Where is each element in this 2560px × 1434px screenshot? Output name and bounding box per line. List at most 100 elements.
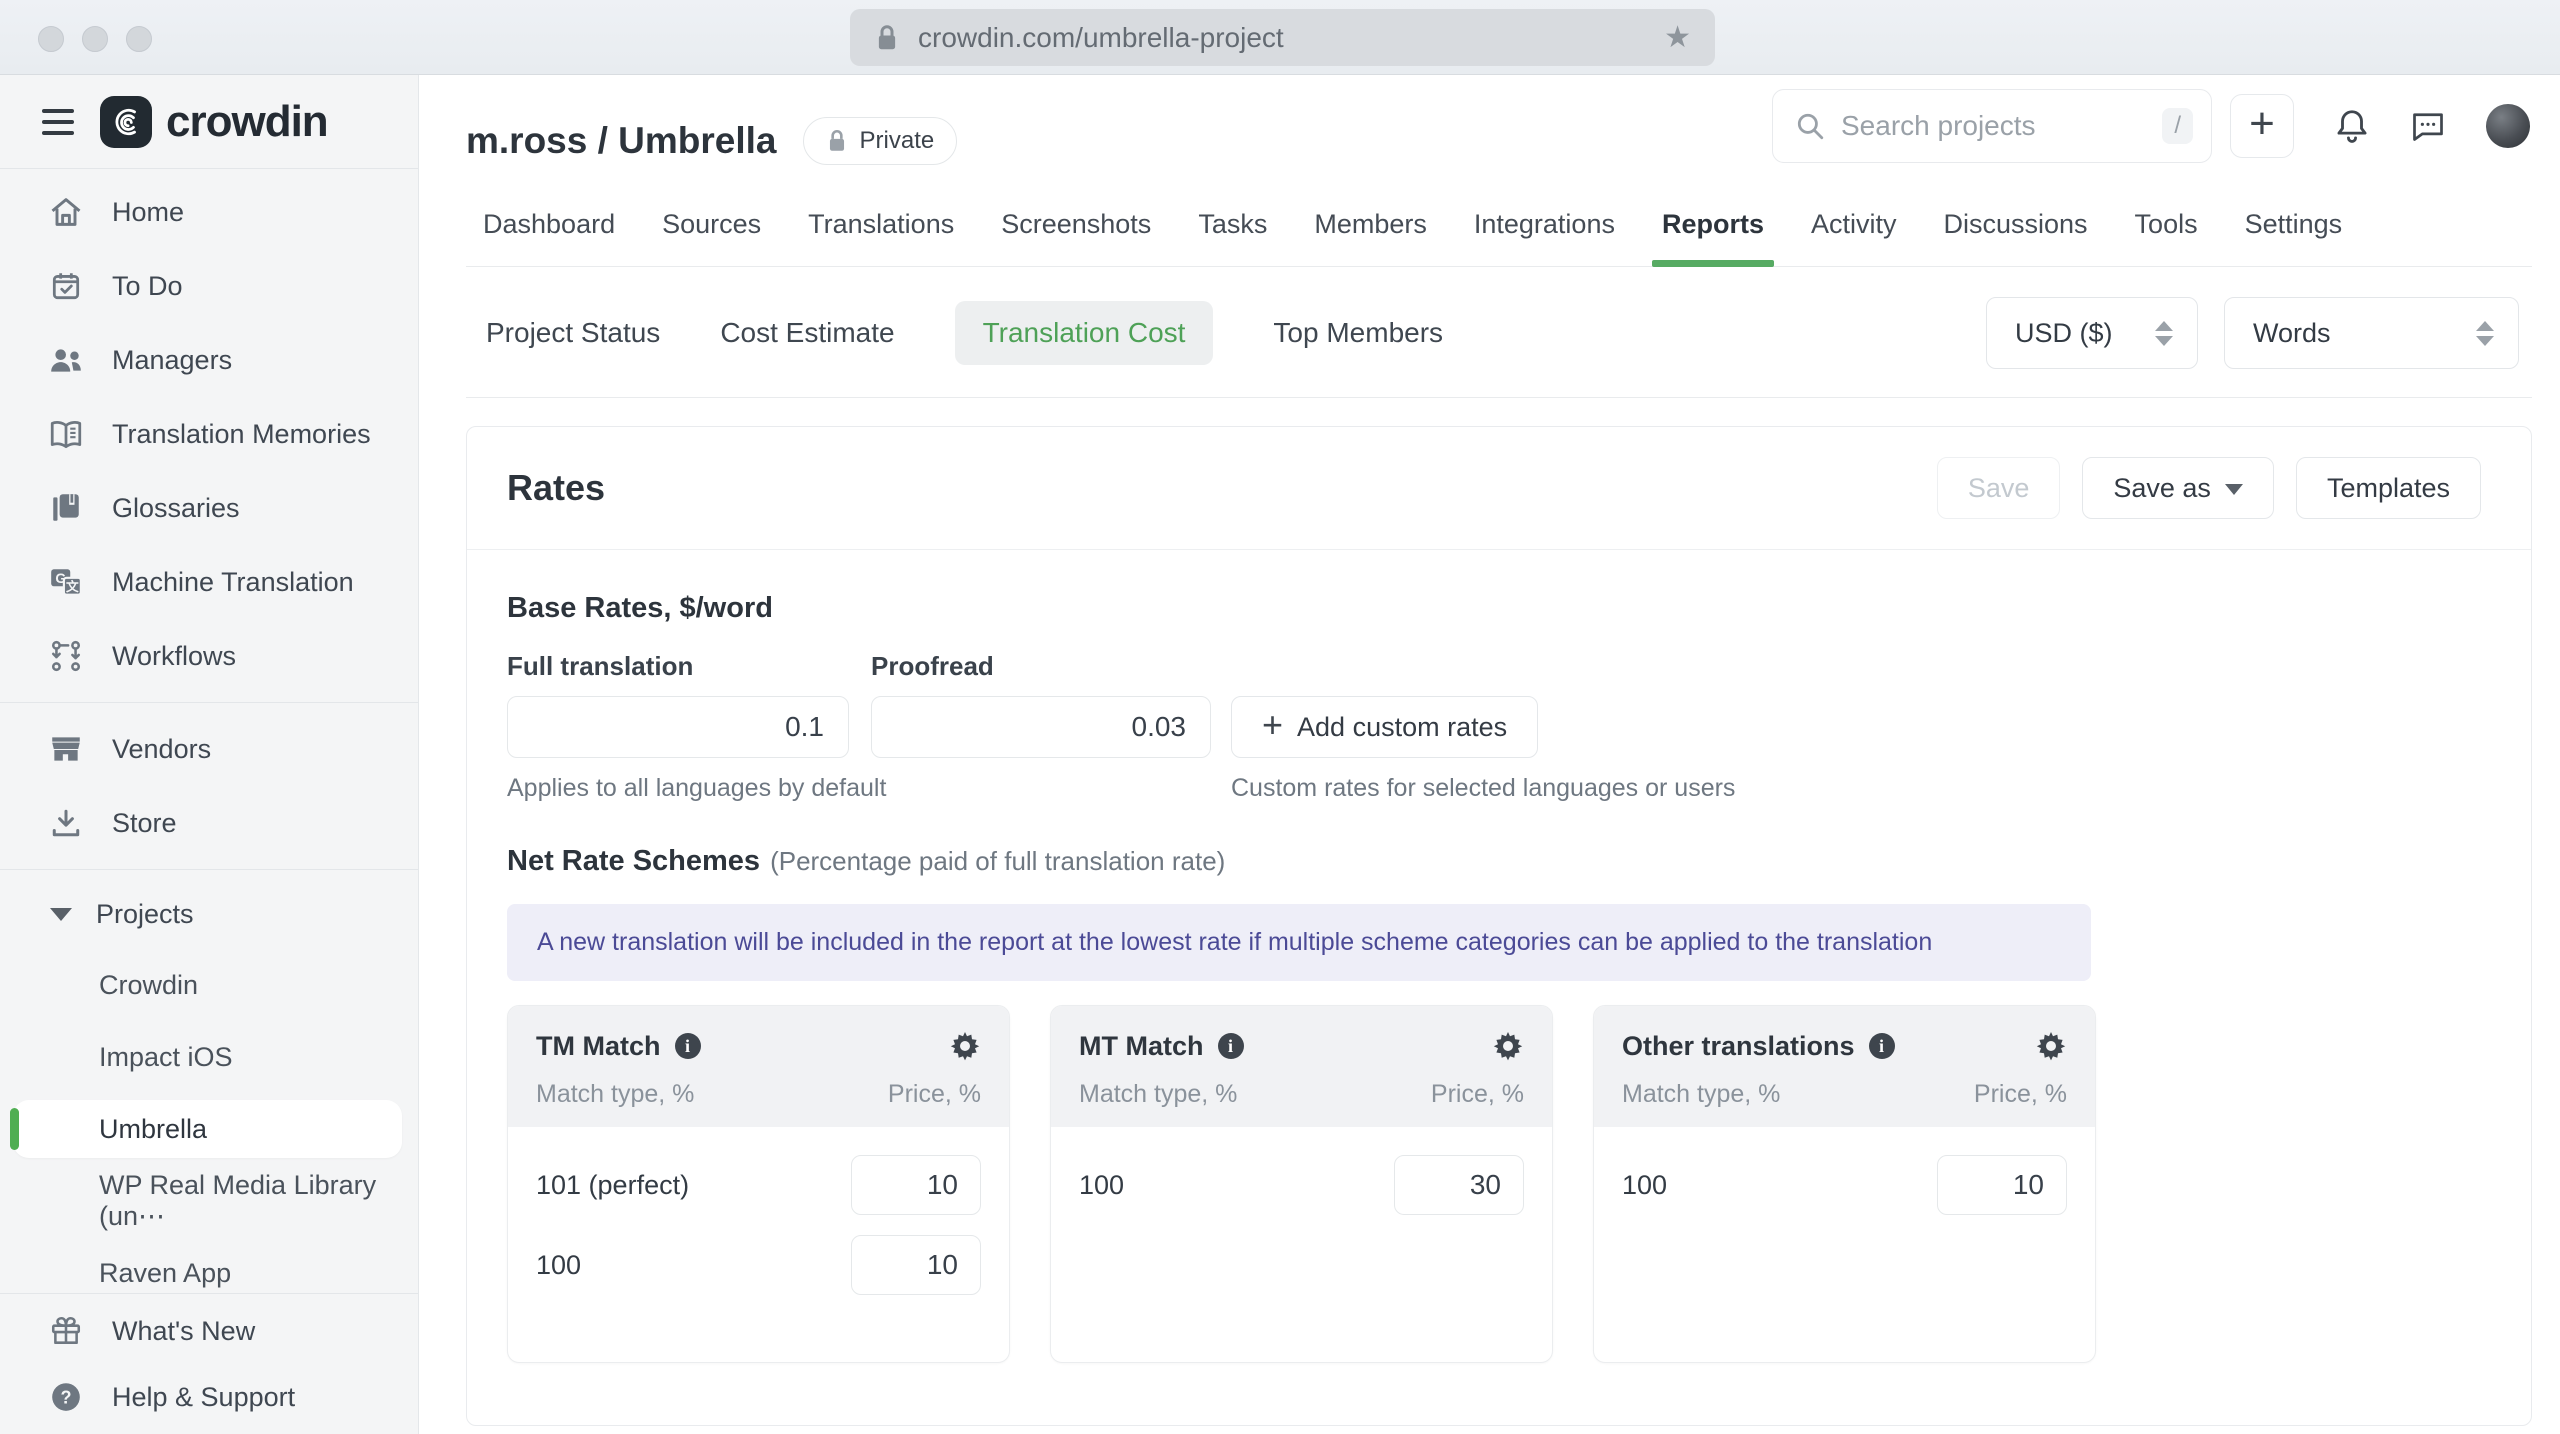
project-label: Crowdin <box>99 969 199 1000</box>
tab-dashboard[interactable]: Dashboard <box>481 199 617 266</box>
sidebar-item-todo[interactable]: To Do <box>0 249 418 323</box>
shortcut-hint: / <box>2162 108 2193 144</box>
create-project-button[interactable]: + <box>2230 94 2294 158</box>
unit-select[interactable]: Words <box>2224 297 2519 369</box>
sidebar-item-machine-translation[interactable]: G 文 Machine Translation <box>0 545 418 619</box>
price-input[interactable] <box>851 1155 981 1215</box>
sidebar-item-store[interactable]: Store <box>0 786 418 860</box>
sidebar-item-projects[interactable]: Projects <box>0 879 418 949</box>
tm-match-title: TM Match <box>536 1030 661 1061</box>
price-input[interactable] <box>1937 1155 2067 1215</box>
menu-icon[interactable] <box>42 108 74 135</box>
sidebar-divider <box>0 702 418 703</box>
address-bar[interactable]: crowdin.com/umbrella-project ★ <box>850 9 1715 66</box>
tab-tools[interactable]: Tools <box>2133 199 2200 266</box>
notifications-bell-icon[interactable] <box>2334 107 2370 145</box>
svg-text:文: 文 <box>66 579 79 594</box>
tab-tasks[interactable]: Tasks <box>1196 199 1269 266</box>
sidebar-project-crowdin[interactable]: Crowdin <box>0 949 418 1021</box>
sidebar-item-label: Store <box>112 807 177 838</box>
info-icon[interactable]: i <box>1217 1033 1244 1059</box>
subtab-cost-estimate[interactable]: Cost Estimate <box>720 317 894 349</box>
gear-icon[interactable] <box>949 1030 981 1062</box>
other-translations-title: Other translations <box>1622 1030 1855 1061</box>
sidebar-item-vendors[interactable]: Vendors <box>0 712 418 786</box>
save-button[interactable]: Save <box>1936 457 2061 519</box>
sidebar-item-workflows[interactable]: Workflows <box>0 619 418 693</box>
net-rate-scheme-cards: TM Match i Match type, % Price, % 101 (p… <box>507 1005 2491 1363</box>
currency-select[interactable]: USD ($) <box>1986 297 2198 369</box>
tab-discussions[interactable]: Discussions <box>1942 199 2090 266</box>
tab-integrations[interactable]: Integrations <box>1472 199 1617 266</box>
main-content: m.ross / Umbrella Private Search project… <box>419 75 2560 1434</box>
privacy-badge-label: Private <box>859 127 935 154</box>
gift-icon <box>46 1314 86 1348</box>
gear-icon[interactable] <box>1492 1030 1524 1062</box>
question-circle-icon: ? <box>46 1380 86 1414</box>
window-minimize-button[interactable] <box>82 26 108 52</box>
price-input[interactable] <box>1394 1155 1524 1215</box>
sidebar-project-wp-real-media-library[interactable]: WP Real Media Library (un⋯ <box>0 1165 418 1237</box>
table-row: 100 <box>536 1235 981 1295</box>
section-divider <box>466 397 2532 398</box>
messages-icon[interactable] <box>2410 109 2446 143</box>
sidebar-item-label: Machine Translation <box>112 566 354 597</box>
tab-settings[interactable]: Settings <box>2243 199 2345 266</box>
lock-icon <box>829 129 844 151</box>
custom-rates-note: Custom rates for selected languages or u… <box>1231 774 1736 802</box>
price-input[interactable] <box>851 1235 981 1295</box>
sidebar-item-home[interactable]: Home <box>0 175 418 249</box>
price-column-label: Price, % <box>887 1080 981 1108</box>
project-tabs: Dashboard Sources Translations Screensho… <box>466 199 2532 267</box>
save-as-label: Save as <box>2113 472 2211 503</box>
chevron-down-icon <box>50 907 72 921</box>
subtab-top-members[interactable]: Top Members <box>1273 317 1443 349</box>
sidebar-project-impact-ios[interactable]: Impact iOS <box>0 1021 418 1093</box>
price-column-label: Price, % <box>1430 1080 1524 1108</box>
other-translations-card: Other translations i Match type, % Price… <box>1593 1005 2096 1363</box>
info-icon[interactable]: i <box>674 1033 701 1059</box>
tab-reports[interactable]: Reports <box>1651 199 1775 267</box>
window-controls[interactable] <box>38 26 152 52</box>
sidebar-item-managers[interactable]: Managers <box>0 323 418 397</box>
tab-translations[interactable]: Translations <box>806 199 956 266</box>
subtab-project-status[interactable]: Project Status <box>486 317 660 349</box>
user-avatar[interactable] <box>2486 104 2530 148</box>
templates-button[interactable]: Templates <box>2295 457 2481 519</box>
table-row: 100 <box>1622 1155 2067 1215</box>
save-as-button[interactable]: Save as <box>2082 457 2274 519</box>
search-input[interactable]: Search projects / <box>1772 89 2212 163</box>
url-text: crowdin.com/umbrella-project <box>918 21 1284 53</box>
window-close-button[interactable] <box>38 26 64 52</box>
sidebar-nav: Home To Do Managers Translation Memories… <box>0 169 418 1293</box>
rates-card: Rates Save Save as Templates Base Rates,… <box>466 426 2532 1426</box>
tab-screenshots[interactable]: Screenshots <box>999 199 1153 266</box>
storefront-icon <box>46 733 86 765</box>
add-custom-rates-button[interactable]: + Add custom rates <box>1231 696 1539 758</box>
info-icon[interactable]: i <box>1868 1033 1895 1059</box>
project-label: Impact iOS <box>99 1041 233 1072</box>
full-translation-rate-input[interactable] <box>507 696 849 758</box>
tab-sources[interactable]: Sources <box>660 199 763 266</box>
sidebar-item-label: To Do <box>112 270 183 301</box>
sidebar-item-translation-memories[interactable]: Translation Memories <box>0 397 418 471</box>
subtab-translation-cost[interactable]: Translation Cost <box>954 301 1214 365</box>
crowdin-logo[interactable]: crowdin <box>100 95 329 148</box>
sidebar-item-whats-new[interactable]: What's New <box>0 1298 418 1364</box>
sidebar-project-umbrella[interactable]: Umbrella <box>0 1093 418 1165</box>
sidebar-item-help-support[interactable]: ? Help & Support <box>0 1364 418 1430</box>
glossary-book-icon <box>46 491 86 525</box>
full-translation-label: Full translation <box>507 651 694 681</box>
gear-icon[interactable] <box>2035 1030 2067 1062</box>
window-zoom-button[interactable] <box>126 26 152 52</box>
tab-activity[interactable]: Activity <box>1809 199 1899 266</box>
tab-members[interactable]: Members <box>1312 199 1429 266</box>
brand-name: crowdin <box>166 96 329 146</box>
crowdin-logo-icon <box>100 95 152 148</box>
header-actions: Search projects / + <box>1772 89 2530 163</box>
bookmark-star-icon[interactable]: ★ <box>1664 20 1691 55</box>
sidebar-item-glossaries[interactable]: Glossaries <box>0 471 418 545</box>
sidebar-item-label: Help & Support <box>112 1381 296 1412</box>
sidebar-project-raven-app[interactable]: Raven App <box>0 1237 418 1293</box>
proofread-rate-input[interactable] <box>871 696 1211 758</box>
